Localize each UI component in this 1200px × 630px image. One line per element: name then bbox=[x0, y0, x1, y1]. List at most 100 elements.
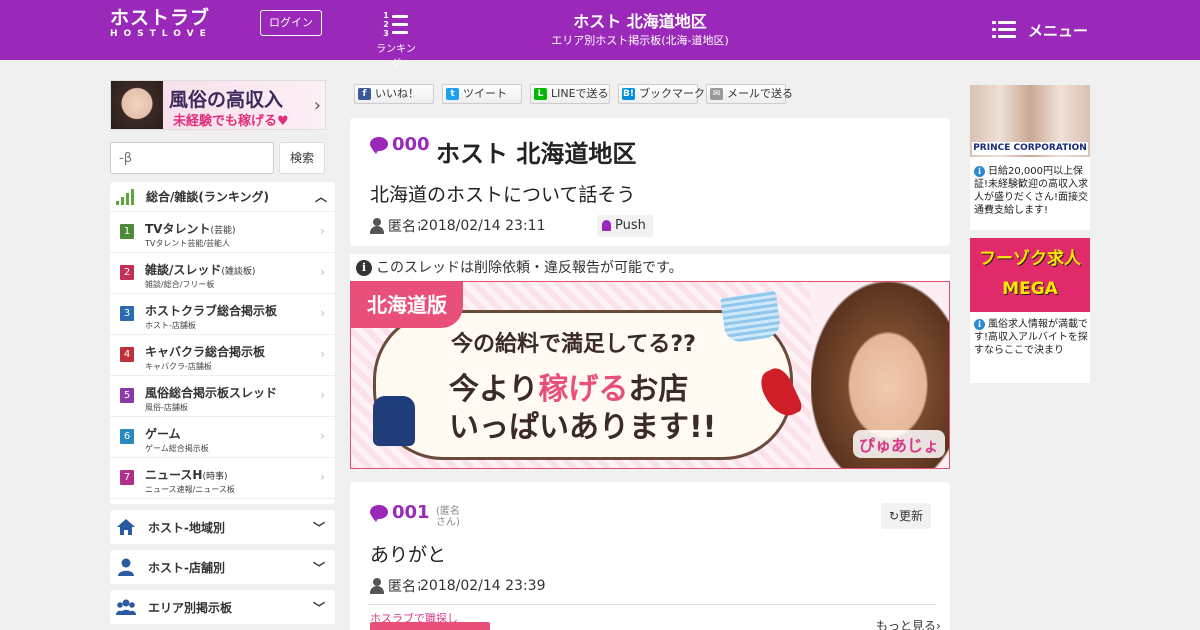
post-body: 北海道のホストについて話そう bbox=[370, 184, 636, 206]
ranking-list-icon: 123 bbox=[382, 10, 410, 38]
twitter-icon: t bbox=[446, 88, 459, 100]
rank-title: ニュースH(時事) bbox=[145, 468, 228, 482]
site-header: ホストラブ HOSTLOVE ログイン 123 ランキング ホスト 北海道地区 … bbox=[0, 0, 1200, 70]
ranking-item[interactable]: 4 キャバクラ総合掲示板 キャバクラ-店舗板 › bbox=[110, 335, 335, 376]
rank-title: 風俗総合掲示板スレッド bbox=[145, 386, 278, 400]
chevron-right-icon: › bbox=[320, 224, 325, 238]
rank-number: 6 bbox=[120, 429, 134, 444]
rank-number: 4 bbox=[120, 347, 134, 362]
share-label: ツイート bbox=[463, 87, 507, 100]
search-button[interactable]: 検索 bbox=[279, 142, 325, 174]
reply-date: 2018/02/14 23:39 bbox=[420, 578, 546, 594]
rank-title: 雑談/スレッド(雑談板) bbox=[145, 263, 256, 277]
user-icon bbox=[370, 218, 384, 234]
chevron-right-icon: › bbox=[320, 347, 325, 361]
facebook-like-button[interactable]: f いいね！ bbox=[354, 84, 434, 104]
rank-subtitle: キャバクラ-店舗板 bbox=[145, 362, 212, 371]
ranking-header[interactable]: 総合/雑談(ランキング) ︿ bbox=[110, 182, 335, 212]
rank-subtitle: ゲーム総合掲示板 bbox=[145, 444, 209, 453]
chevron-right-icon: › bbox=[320, 429, 325, 443]
push-label: Push bbox=[615, 218, 646, 233]
login-button[interactable]: ログイン bbox=[260, 10, 322, 36]
post-date: 2018/02/14 23:11 bbox=[420, 218, 546, 234]
tweet-button[interactable]: t ツイート bbox=[442, 84, 522, 104]
comment-icon bbox=[370, 505, 388, 522]
chevron-right-icon: › bbox=[320, 306, 325, 320]
reply-author: 匿名さん bbox=[388, 579, 420, 595]
logo-main-text: ホストラブ bbox=[110, 7, 211, 29]
ad-brand: PRINCE CORPORATION bbox=[972, 142, 1088, 155]
thread-title: ホスト 北海道地区 bbox=[436, 140, 637, 168]
divider bbox=[368, 604, 936, 605]
rank-subtitle: 風俗-店舗板 bbox=[145, 403, 188, 412]
site-logo[interactable]: ホストラブ HOSTLOVE bbox=[110, 8, 250, 40]
right-ad-prince[interactable]: PRINCE CORPORATION i 日給20,000円以上保証!未経験歓迎の… bbox=[970, 85, 1090, 230]
user-icon bbox=[370, 578, 384, 594]
search-input[interactable] bbox=[110, 142, 274, 174]
bell-icon bbox=[602, 220, 611, 231]
board-subtitle: エリア別ホスト掲示板(北海-道地区) bbox=[551, 34, 729, 47]
ranking-item[interactable]: 5 風俗総合掲示板スレッド 風俗-店舗板 › bbox=[110, 376, 335, 417]
home-icon bbox=[116, 518, 136, 536]
rank-title: ホストクラブ総合掲示板 bbox=[145, 304, 278, 318]
rank-number: 7 bbox=[120, 470, 134, 485]
ad-subline: 未経験でも稼げる♥ bbox=[173, 114, 289, 129]
info-icon: i bbox=[356, 260, 372, 276]
facebook-icon: f bbox=[358, 88, 371, 100]
ranking-item[interactable]: 1 TVタレント(芸能) TVタレント芸能/芸能人 › bbox=[110, 212, 335, 253]
handbag-image bbox=[373, 396, 415, 446]
rank-number: 2 bbox=[120, 265, 134, 280]
ad-image: フーゾク求人MEGA bbox=[970, 238, 1090, 312]
region-tag: 北海道版 bbox=[351, 282, 463, 328]
ranking-list: 1 TVタレント(芸能) TVタレント芸能/芸能人 › 2 雑談/スレッド(雑談板) 雑談/… bbox=[110, 212, 335, 499]
job-logo bbox=[370, 622, 490, 630]
mail-share-button[interactable]: ✉ メールで送る bbox=[706, 84, 793, 104]
reply-number: 001 bbox=[370, 502, 430, 523]
category-host-shop[interactable]: ホスト-店舗別 ﹀ bbox=[110, 550, 335, 584]
line-share-button[interactable]: L LINEで送る bbox=[530, 84, 610, 104]
chevron-right-icon: › bbox=[320, 470, 325, 484]
user-icon bbox=[116, 558, 136, 576]
right-ad-mega[interactable]: フーゾク求人MEGA i 風俗求人情報が満載です!高収入アルバイトを探すならここで… bbox=[970, 238, 1090, 383]
ranking-item[interactable]: 6 ゲーム ゲーム総合掲示板 › bbox=[110, 417, 335, 458]
ranking-item[interactable]: 2 雑談/スレッド(雑談板) 雑談/総合/フリー板 › bbox=[110, 253, 335, 294]
ranking-item[interactable]: 3 ホストクラブ総合掲示板 ホスト-店舗板 › bbox=[110, 294, 335, 335]
ranking-button[interactable]: 123 ランキング bbox=[372, 10, 420, 70]
chevron-right-icon: › bbox=[320, 265, 325, 279]
banner-line1: 今の給料で満足してる?? bbox=[451, 332, 696, 357]
reply-meta: 匿名さん 2018/02/14 23:39 bbox=[370, 576, 546, 596]
reload-button[interactable]: ↻更新 bbox=[881, 503, 931, 529]
ranking-item[interactable]: 7 ニュースH(時事) ニュース速報/ニュース板 › bbox=[110, 458, 335, 499]
job-ad-banner[interactable]: 北海道版 今の給料で満足してる?? 今より稼げるお店 いっぱいあります!! ぴゅ… bbox=[350, 281, 950, 469]
ranking-panel: 総合/雑談(ランキング) ︿ 1 TVタレント(芸能) TVタレント芸能/芸能人 › 2… bbox=[110, 182, 335, 504]
share-label: メールで送る bbox=[727, 87, 793, 100]
chevron-up-icon[interactable]: ︿ bbox=[315, 188, 327, 205]
ad-image: PRINCE CORPORATION bbox=[970, 85, 1090, 157]
mail-icon: ✉ bbox=[710, 88, 723, 100]
job-more-link[interactable]: もっと見る› bbox=[876, 617, 941, 630]
rank-subtitle: 雑談/総合/フリー板 bbox=[145, 280, 215, 289]
board-title: ホスト 北海道地区 bbox=[573, 12, 707, 31]
push-button[interactable]: Push bbox=[597, 215, 653, 237]
ad-description: i 風俗求人情報が満載です!高収入アルバイトを探すならここで決まり bbox=[974, 319, 1088, 356]
post-meta: 匿名さん 2018/02/14 23:11 bbox=[370, 216, 546, 236]
category-host-region[interactable]: ホスト-地域別 ﹀ bbox=[110, 510, 335, 544]
info-icon: i bbox=[974, 166, 985, 177]
ranking-label: ランキング bbox=[376, 44, 416, 70]
comment-icon bbox=[370, 137, 388, 154]
info-icon: i bbox=[974, 319, 985, 330]
left-ad-banner[interactable]: 風俗の高収入 未経験でも稼げる♥ › bbox=[110, 80, 326, 130]
post-number: 000 bbox=[370, 134, 430, 155]
reply-body: ありがと bbox=[370, 544, 447, 566]
chevron-down-icon: ﹀ bbox=[312, 521, 325, 535]
rank-title: TVタレント(芸能) bbox=[145, 222, 236, 236]
menu-button[interactable]: メニュー bbox=[992, 18, 1088, 42]
hatena-bookmark-button[interactable]: B! ブックマーク bbox=[618, 84, 705, 104]
share-label: いいね！ bbox=[375, 87, 419, 100]
ad-headline: 風俗の高収入 bbox=[169, 89, 284, 111]
reply-name: (匿名さん) bbox=[436, 506, 460, 528]
share-label: ブックマーク bbox=[639, 87, 705, 100]
category-area-board[interactable]: エリア別掲示板 ﹀ bbox=[110, 590, 335, 624]
skirt-image bbox=[720, 290, 782, 344]
ad-model-image bbox=[111, 81, 163, 129]
